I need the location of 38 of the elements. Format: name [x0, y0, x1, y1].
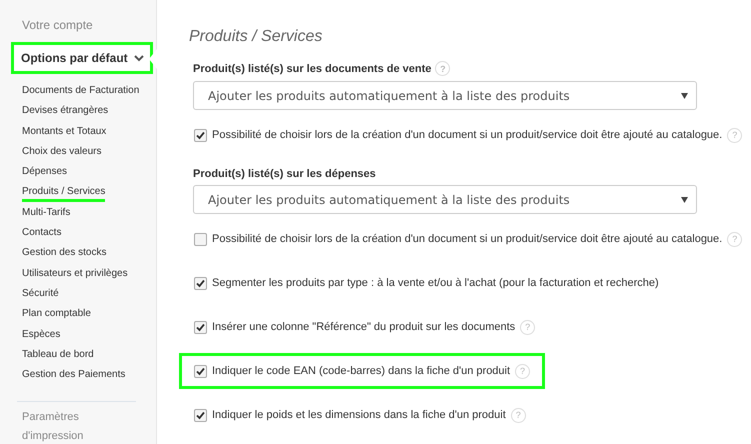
- sidebar-item[interactable]: Sécurité: [22, 286, 59, 304]
- sidebar-item[interactable]: Produits / Services: [22, 185, 106, 202]
- checkbox[interactable]: [194, 276, 207, 290]
- checkbox[interactable]: [194, 128, 207, 142]
- sidebar-item[interactable]: Montants et Totaux: [22, 124, 106, 142]
- sidebar-item[interactable]: Espèces: [22, 328, 60, 345]
- checkbox-label: Possibilité de choisir lors de la création d'un document si un produit/service doit être ajouté au catalogue.: [212, 129, 722, 141]
- checkbox-label: Possibilité de choisir lors de la création d'un document si un produit/service doit être ajouté au catalogue.: [212, 233, 722, 245]
- dropdown-value: Ajouter les produits automatiquement à la liste des produits: [208, 88, 570, 102]
- field-label: Produit(s) listé(s) sur les documents de vente: [193, 62, 432, 74]
- checkbox[interactable]: [194, 408, 207, 422]
- sidebar-item[interactable]: Contacts: [22, 226, 62, 244]
- sidebar-item[interactable]: Gestion des stocks: [22, 246, 106, 264]
- checkbox[interactable]: [194, 320, 207, 334]
- dropdown[interactable]: Ajouter les produits automatiquement à la liste des produits: [193, 185, 697, 214]
- dropdown[interactable]: Ajouter les produits automatiquement à la liste des produits: [193, 81, 697, 110]
- sidebar-item[interactable]: Tableau de bord: [22, 348, 94, 365]
- sidebar-item[interactable]: Gestion des Paiements: [22, 368, 126, 386]
- sidebar-item[interactable]: Documents de Facturation: [22, 84, 140, 101]
- checkbox[interactable]: [194, 232, 207, 246]
- sidebar-item[interactable]: Plan comptable: [22, 307, 91, 324]
- caret-icon: [681, 196, 688, 202]
- page-title: Produits / Services: [189, 27, 322, 47]
- sidebar-item[interactable]: Multi-Tarifs: [22, 206, 70, 223]
- checkbox-label: Indiquer le poids et les dimensions dans la fiche d'un produit: [212, 409, 506, 421]
- sidebar-item[interactable]: Choix des valeurs: [22, 144, 102, 162]
- field-label: Produit(s) listé(s) sur les dépenses: [193, 168, 376, 180]
- checkbox-label: Segmenter les produits par type : à la vente et/ou à l'achat (pour la facturation et recherche): [212, 277, 659, 289]
- dropdown-value: Ajouter les produits automatiquement à la liste des produits: [208, 192, 570, 206]
- caret-icon: [134, 54, 144, 62]
- checkbox-label: Indiquer le code EAN (code-barres) dans la fiche d'un produit: [212, 365, 510, 377]
- sidebar-item[interactable]: Devises étrangères: [22, 104, 108, 122]
- sidebar-item[interactable]: Dépenses: [22, 165, 68, 182]
- checkbox[interactable]: [194, 364, 207, 378]
- sidebar-item[interactable]: Utilisateurs et privilèges: [22, 266, 128, 284]
- checkbox-label: Insérer une colonne "Référence" du produit sur les documents: [212, 321, 516, 333]
- section-header[interactable]: Options par défaut: [11, 42, 153, 74]
- caret-icon: [681, 92, 688, 98]
